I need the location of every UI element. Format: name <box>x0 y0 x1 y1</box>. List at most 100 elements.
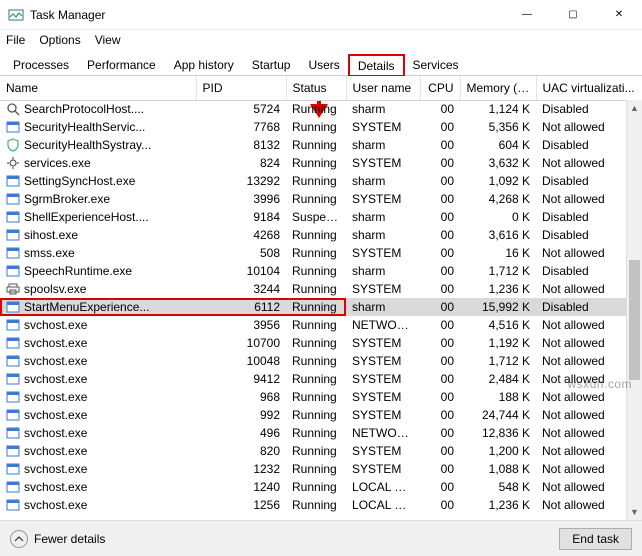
col-status[interactable]: Status <box>286 76 346 100</box>
cell-mem: 24,744 K <box>460 406 536 424</box>
tab-users[interactable]: Users <box>299 54 348 75</box>
menu-file[interactable]: File <box>6 33 25 47</box>
scrollbar-down-icon[interactable]: ▼ <box>627 504 642 520</box>
cell-name: ShellExperienceHost.... <box>0 208 196 226</box>
cell-mem: 1,200 K <box>460 442 536 460</box>
table-row[interactable]: svchost.exe496RunningNETWORK ...0012,836… <box>0 424 642 442</box>
table-row[interactable]: SecurityHealthServic...7768RunningSYSTEM… <box>0 118 642 136</box>
process-icon <box>6 102 20 116</box>
table-row[interactable]: SgrmBroker.exe3996RunningSYSTEM004,268 K… <box>0 190 642 208</box>
cell-name: SecurityHealthServic... <box>0 118 196 136</box>
table-row[interactable]: svchost.exe992RunningSYSTEM0024,744 KNot… <box>0 406 642 424</box>
process-icon <box>6 372 20 386</box>
table-row[interactable]: svchost.exe1256RunningLOCAL SER...001,23… <box>0 496 642 514</box>
table-row[interactable]: svchost.exe968RunningSYSTEM00188 KNot al… <box>0 388 642 406</box>
cell-pid: 3996 <box>196 190 286 208</box>
menu-options[interactable]: Options <box>39 33 80 47</box>
table-row[interactable]: spoolsv.exe3244RunningSYSTEM001,236 KNot… <box>0 280 642 298</box>
cell-pid: 13292 <box>196 172 286 190</box>
cell-cpu: 00 <box>420 172 460 190</box>
cell-user: SYSTEM <box>346 334 420 352</box>
vertical-scrollbar[interactable]: ▲ ▼ <box>626 100 642 520</box>
tab-details[interactable]: Details <box>349 55 404 76</box>
fewer-details-button[interactable]: Fewer details <box>10 530 105 548</box>
tab-startup[interactable]: Startup <box>243 54 300 75</box>
cell-pid: 820 <box>196 442 286 460</box>
tab-services[interactable]: Services <box>404 54 468 75</box>
scrollbar-thumb[interactable] <box>629 260 640 380</box>
cell-status: Running <box>286 136 346 154</box>
table-row[interactable]: SearchProtocolHost....5724Runningsharm00… <box>0 100 642 118</box>
table-row[interactable]: svchost.exe10048RunningSYSTEM001,712 KNo… <box>0 352 642 370</box>
cell-pid: 508 <box>196 244 286 262</box>
close-button[interactable]: ✕ <box>596 0 642 30</box>
minimize-button[interactable]: — <box>504 0 550 30</box>
table-row[interactable]: svchost.exe1240RunningLOCAL SER...00548 … <box>0 478 642 496</box>
table-row[interactable]: svchost.exe820RunningSYSTEM001,200 KNot … <box>0 442 642 460</box>
cell-cpu: 00 <box>420 424 460 442</box>
table-row[interactable]: svchost.exe3956RunningNETWORK ...004,516… <box>0 316 642 334</box>
tab-app-history[interactable]: App history <box>165 54 243 75</box>
process-icon <box>6 462 20 476</box>
maximize-button[interactable]: ▢ <box>550 0 596 30</box>
col-uac[interactable]: UAC virtualizati... <box>536 76 642 100</box>
scrollbar-up-icon[interactable]: ▲ <box>627 100 642 116</box>
process-icon <box>6 318 20 332</box>
cell-pid: 7768 <box>196 118 286 136</box>
process-icon <box>6 120 20 134</box>
table-row[interactable]: svchost.exe9412RunningSYSTEM002,484 KNot… <box>0 370 642 388</box>
cell-user: SYSTEM <box>346 244 420 262</box>
cell-cpu: 00 <box>420 100 460 118</box>
cell-mem: 1,092 K <box>460 172 536 190</box>
cell-name: svchost.exe <box>0 442 196 460</box>
table-row[interactable]: smss.exe508RunningSYSTEM0016 KNot allowe… <box>0 244 642 262</box>
cell-pid: 824 <box>196 154 286 172</box>
table-row[interactable]: SecurityHealthSystray...8132Runningsharm… <box>0 136 642 154</box>
table-row[interactable]: sihost.exe4268Runningsharm003,616 KDisab… <box>0 226 642 244</box>
col-name[interactable]: Name <box>0 76 196 100</box>
table-row[interactable]: StartMenuExperience...6112Runningsharm00… <box>0 298 642 316</box>
col-mem[interactable]: Memory (ac... <box>460 76 536 100</box>
table-row[interactable]: ShellExperienceHost....9184Suspendedshar… <box>0 208 642 226</box>
cell-cpu: 00 <box>420 244 460 262</box>
cell-status: Running <box>286 334 346 352</box>
end-task-button[interactable]: End task <box>559 528 632 550</box>
cell-pid: 9184 <box>196 208 286 226</box>
cell-name: svchost.exe <box>0 352 196 370</box>
cell-cpu: 00 <box>420 478 460 496</box>
col-user[interactable]: User name <box>346 76 420 100</box>
table-row[interactable]: svchost.exe10700RunningSYSTEM001,192 KNo… <box>0 334 642 352</box>
menu-view[interactable]: View <box>95 33 121 47</box>
tab-performance[interactable]: Performance <box>78 54 165 75</box>
table-row[interactable]: SettingSyncHost.exe13292Runningsharm001,… <box>0 172 642 190</box>
tab-processes[interactable]: Processes <box>4 54 78 75</box>
table-row[interactable]: SpeechRuntime.exe10104Runningsharm001,71… <box>0 262 642 280</box>
cell-mem: 4,516 K <box>460 316 536 334</box>
cell-status: Running <box>286 298 346 316</box>
cell-cpu: 00 <box>420 388 460 406</box>
cell-mem: 1,236 K <box>460 496 536 514</box>
cell-user: NETWORK ... <box>346 424 420 442</box>
cell-status: Running <box>286 280 346 298</box>
cell-status: Running <box>286 172 346 190</box>
cell-mem: 4,268 K <box>460 190 536 208</box>
col-cpu[interactable]: CPU <box>420 76 460 100</box>
table-row[interactable]: svchost.exe1232RunningSYSTEM001,088 KNot… <box>0 460 642 478</box>
cell-status: Running <box>286 226 346 244</box>
cell-status: Running <box>286 406 346 424</box>
process-icon <box>6 228 20 242</box>
col-pid[interactable]: PID <box>196 76 286 100</box>
table-row[interactable]: services.exe824RunningSYSTEM003,632 KNot… <box>0 154 642 172</box>
cell-cpu: 00 <box>420 190 460 208</box>
cell-status: Running <box>286 388 346 406</box>
cell-user: SYSTEM <box>346 154 420 172</box>
cell-status: Running <box>286 154 346 172</box>
cell-pid: 10048 <box>196 352 286 370</box>
cell-user: SYSTEM <box>346 442 420 460</box>
cell-pid: 3244 <box>196 280 286 298</box>
cell-mem: 2,484 K <box>460 370 536 388</box>
cell-name: svchost.exe <box>0 406 196 424</box>
cell-user: sharm <box>346 262 420 280</box>
process-icon <box>6 498 20 512</box>
cell-name: svchost.exe <box>0 496 196 514</box>
